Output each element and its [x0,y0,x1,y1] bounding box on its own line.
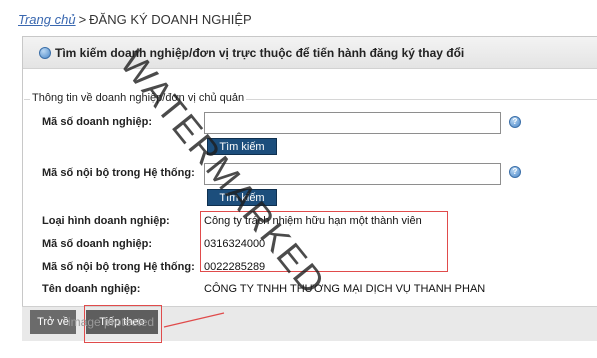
overlay-text: image protected [68,315,155,329]
breadcrumb-home-link[interactable]: Trang chủ [18,12,76,27]
question-help-icon[interactable]: ? [509,116,521,128]
enterprise-name-label: Tên doanh nghiệp: [42,283,141,295]
search-button-internal-code[interactable]: Tìm kiếm [207,189,277,206]
panel-header: Tìm kiếm doanh nghiệp/đơn vị trực thuộc … [23,37,597,69]
info-bullet-icon [39,46,51,59]
question-help-icon[interactable]: ? [509,166,521,178]
breadcrumb-separator: > [78,12,87,27]
enterprise-code-label: Mã số doanh nghiệp: [42,116,152,128]
internal-code-label: Mã số nội bộ trong Hệ thống: [42,167,195,179]
search-button-enterprise-code[interactable]: Tìm kiếm [207,138,277,155]
breadcrumb: Trang chủ > ĐĂNG KÝ DOANH NGHIỆP [18,12,252,27]
result-internal-code-label: Mã số nội bộ trong Hệ thống: [42,261,195,273]
breadcrumb-current: ĐĂNG KÝ DOANH NGHIỆP [89,12,252,27]
red-mark-stroke [163,312,225,328]
highlight-box [200,211,448,272]
internal-code-input[interactable] [204,163,501,185]
panel-title: Tìm kiếm doanh nghiệp/đơn vị trực thuộc … [55,45,465,60]
enterprise-name-value: CÔNG TY TNHH THƯƠNG MẠI DỊCH VỤ THANH PH… [204,283,486,295]
enterprise-code-input[interactable] [204,112,501,134]
group-label: Thông tin về doanh nghiệp/đơn vị chủ quả… [30,92,247,104]
result-enterprise-code-label: Mã số doanh nghiệp: [42,238,152,250]
enterprise-type-label: Loại hình doanh nghiệp: [42,215,170,227]
